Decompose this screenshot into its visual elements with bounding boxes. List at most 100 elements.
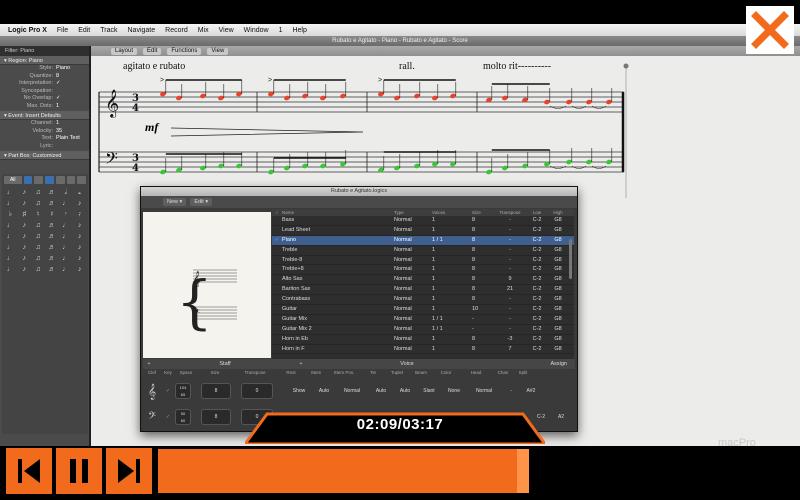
inspector-value[interactable]: 8: [56, 73, 59, 81]
staff-style-row[interactable]: Horn in F Normal 1 8 7 C-2 G8: [272, 345, 574, 355]
palette-symbol-icon[interactable]: ♪: [74, 222, 85, 230]
palette-symbol-icon[interactable]: ♪: [74, 266, 85, 274]
staff-style-row[interactable]: Treble-8 Normal 1 8 - C-2 G8: [272, 256, 574, 266]
palette-symbol-icon[interactable]: ♫: [33, 255, 44, 263]
skip-back-button[interactable]: [6, 448, 52, 494]
region-header[interactable]: ▾ Region: Piano: [0, 56, 89, 65]
staff-style-row[interactable]: Lead Sheet Normal 1 8 - C-2 G8: [272, 226, 574, 236]
palette-symbol-icon[interactable]: ♩: [5, 200, 16, 208]
palette-symbol-icon[interactable]: ♬: [46, 200, 57, 208]
staff-style-row[interactable]: Horn in Eb Normal 1 8 -3 C-2 G8: [272, 335, 574, 345]
key-check-icon[interactable]: ✓: [161, 388, 175, 394]
palette-symbol-icon[interactable]: ♩: [5, 222, 16, 230]
beam-value[interactable]: Slant: [417, 388, 441, 394]
palette-symbol-icon[interactable]: ♪: [19, 266, 30, 274]
menu-file[interactable]: File: [57, 27, 68, 34]
menu-1[interactable]: 1: [279, 27, 283, 34]
menu-window[interactable]: Window: [244, 27, 269, 34]
palette-tab[interactable]: [34, 176, 43, 184]
split-value[interactable]: A#2: [521, 388, 541, 394]
edit-menu[interactable]: Edit: [143, 47, 162, 55]
palette-symbol-icon[interactable]: ♬: [46, 244, 57, 252]
palette-symbol-icon[interactable]: ♫: [33, 233, 44, 241]
staff-style-row[interactable]: Guitar Mix 2 Normal 1 / 1 - - C-2 G8: [272, 325, 574, 335]
inspector-row[interactable]: Velocity: 35: [0, 128, 89, 136]
inspector-row[interactable]: Quantize: 8: [0, 73, 89, 81]
palette-symbol-icon[interactable]: ♩: [5, 255, 16, 263]
palette-symbol-icon[interactable]: 𝄽: [46, 211, 57, 219]
staff-style-row[interactable]: Bass Normal 1 8 - C-2 G8: [272, 216, 574, 226]
space-box[interactable]: 104 65: [175, 383, 191, 399]
palette-symbol-icon[interactable]: ♩: [60, 244, 71, 252]
palette-symbol-icon[interactable]: ♩: [60, 266, 71, 274]
skip-forward-button[interactable]: [106, 448, 152, 494]
inspector-value[interactable]: 1: [56, 120, 59, 128]
palette-symbol-icon[interactable]: ♩: [5, 189, 16, 197]
staff-style-row[interactable]: Treble Normal 1 8 - C-2 G8: [272, 246, 574, 256]
palette-symbol-icon[interactable]: ♩: [5, 244, 16, 252]
menu-navigate[interactable]: Navigate: [128, 27, 156, 34]
inspector-row[interactable]: Text: Plain Text: [0, 135, 89, 143]
palette-symbol-icon[interactable]: ♫: [33, 189, 44, 197]
palette-symbol-icon[interactable]: 𝅝: [74, 189, 85, 197]
edit-menu-styles[interactable]: Edit ▾: [190, 198, 213, 206]
staff-style-row[interactable]: Contrabass Normal 1 8 - C-2 G8: [272, 295, 574, 306]
palette-symbol-icon[interactable]: ♫: [33, 266, 44, 274]
palette-symbol-icon[interactable]: 𝅗𝅥: [60, 189, 71, 197]
progress-bar[interactable]: [158, 449, 790, 493]
menu-mix[interactable]: Mix: [198, 27, 209, 34]
palette-symbol-icon[interactable]: ♪: [74, 255, 85, 263]
menu-view[interactable]: View: [219, 27, 234, 34]
inspector-value[interactable]: 35: [56, 128, 62, 136]
tuplet-value[interactable]: Auto: [393, 388, 417, 394]
palette-symbol-icon[interactable]: ♩: [60, 200, 71, 208]
progress-handle[interactable]: [517, 449, 530, 493]
partbox-header[interactable]: ▾ Part Box: Customized: [0, 151, 89, 160]
event-header[interactable]: ▾ Event: Insert Defaults: [0, 111, 89, 120]
inspector-row[interactable]: No Overlap: ✓: [0, 95, 89, 103]
staff-style-row[interactable]: ✓ Piano Normal 1 / 1 8 - C-2 G8: [272, 235, 574, 246]
staff-style-row[interactable]: Treble+8 Normal 1 8 - C-2 G8: [272, 265, 574, 276]
chan-value[interactable]: -: [501, 388, 521, 394]
palette-symbol-icon[interactable]: ♬: [46, 266, 57, 274]
palette-symbol-icon[interactable]: ♪: [19, 200, 30, 208]
palette-symbol-icon[interactable]: ♬: [46, 255, 57, 263]
inspector-filter[interactable]: Filter: Piano: [0, 46, 89, 56]
styles-scrollbar[interactable]: [569, 239, 572, 279]
palette-symbol-icon[interactable]: ♩: [5, 266, 16, 274]
inspector-value[interactable]: ✓: [56, 95, 61, 103]
palette-symbol-icon[interactable]: ♪: [19, 255, 30, 263]
staff-style-row[interactable]: Guitar Mix Normal 1 / 1 - - C-2 G8: [272, 315, 574, 325]
col-transpose[interactable]: Transpose: [494, 209, 526, 216]
new-menu[interactable]: New ▾: [163, 198, 187, 206]
col-name[interactable]: Name: [282, 209, 394, 216]
palette-symbol-icon[interactable]: ♪: [74, 200, 85, 208]
head-value[interactable]: Normal: [467, 388, 501, 394]
palette-symbol-icon[interactable]: ♫: [33, 200, 44, 208]
palette-tab[interactable]: [55, 176, 65, 184]
color-value[interactable]: None: [441, 388, 467, 394]
size-box[interactable]: 8: [201, 383, 231, 399]
palette-tab[interactable]: [23, 176, 33, 184]
staff-style-row[interactable]: Guitar Normal 1 10 - C-2 G8: [272, 305, 574, 315]
palette-tab[interactable]: [66, 176, 76, 184]
palette-tab-all[interactable]: All: [4, 176, 22, 184]
palette-tab[interactable]: [45, 176, 54, 184]
col-voices[interactable]: Voices: [432, 209, 472, 216]
inspector-value[interactable]: ✓: [56, 80, 61, 88]
col-high[interactable]: High: [548, 209, 568, 216]
add-voice-icon[interactable]: +: [295, 361, 307, 367]
palette-symbol-icon[interactable]: ♮: [33, 211, 44, 219]
pause-button[interactable]: [56, 448, 102, 494]
inspector-row[interactable]: Lyric:: [0, 143, 89, 151]
inspector-row[interactable]: Channel: 1: [0, 120, 89, 128]
palette-symbol-icon[interactable]: ♩: [60, 233, 71, 241]
stem-value[interactable]: Auto: [313, 388, 335, 394]
treble-clef-icon[interactable]: 𝄞: [143, 383, 161, 400]
staff-style-row[interactable]: Alto Sax Normal 1 8 9 C-2 G8: [272, 275, 574, 286]
tie-value[interactable]: Auto: [369, 388, 393, 394]
palette-symbol-icon[interactable]: ♪: [74, 244, 85, 252]
palette-symbol-icon[interactable]: ♩: [60, 222, 71, 230]
rest-value[interactable]: Show: [285, 388, 313, 394]
add-staff-icon[interactable]: +: [143, 361, 155, 367]
